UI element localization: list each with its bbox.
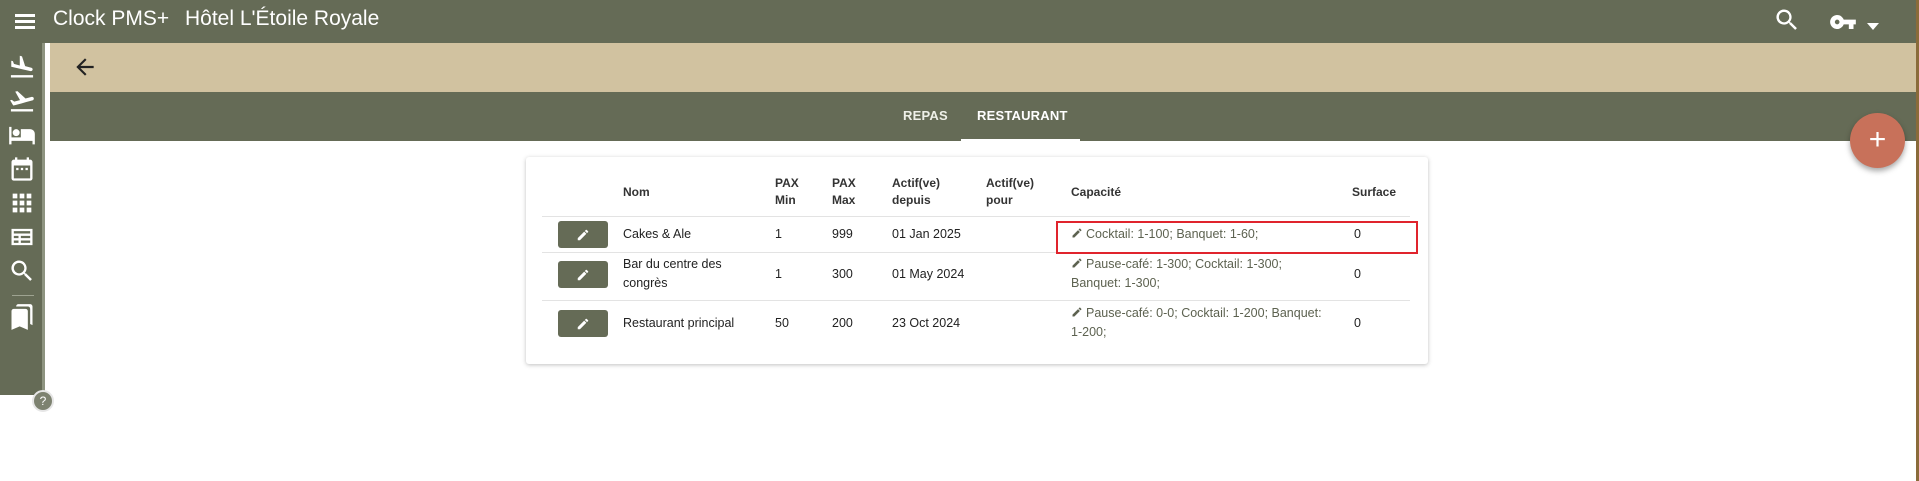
active-tab-indicator <box>961 139 1080 141</box>
hamburger-menu-icon[interactable] <box>12 8 38 34</box>
cell-pax-min: 50 <box>775 316 789 330</box>
column-header-actif-depuis-line1: Actif(ve) <box>892 176 941 190</box>
edit-row-button[interactable] <box>558 261 608 288</box>
cell-capacite-edit-link[interactable]: Pause-café: 0-0; Cocktail: 1-200; Banque… <box>1071 304 1341 342</box>
pencil-icon <box>577 269 589 281</box>
cell-nom-line2: congrès <box>623 276 668 290</box>
edit-row-button[interactable] <box>558 221 608 248</box>
column-header-actif-pour[interactable]: Actif(ve) pour <box>986 175 1034 209</box>
bookmarks-icon[interactable] <box>8 303 36 331</box>
column-header-pax-max[interactable]: PAX Max <box>832 175 856 209</box>
grid-icon[interactable] <box>8 189 36 217</box>
restaurant-table-card: Nom PAX Min PAX Max Actif(ve) depuis Act… <box>526 157 1428 364</box>
column-header-pax-min[interactable]: PAX Min <box>775 175 799 209</box>
capacite-text-line2: Banquet: 1-300; <box>1071 276 1160 290</box>
column-header-pax-min-line1: PAX <box>775 176 799 190</box>
cell-pax-max: 999 <box>832 227 853 241</box>
rooms-bed-icon[interactable] <box>8 121 36 149</box>
column-header-pax-min-line2: Min <box>775 193 796 207</box>
cell-actif-depuis: 01 May 2024 <box>892 267 965 281</box>
column-header-pax-max-line1: PAX <box>832 176 856 190</box>
cell-nom: Cakes & Ale <box>623 227 692 241</box>
column-header-pax-max-line2: Max <box>832 193 856 207</box>
cell-actif-depuis: 23 Oct 2024 <box>892 316 961 330</box>
pencil-icon <box>1071 256 1083 268</box>
sub-toolbar <box>50 43 1919 92</box>
chevron-down-icon <box>1867 18 1879 36</box>
hotel-name: Hôtel L'Étoile Royale <box>185 7 380 30</box>
cell-pax-min: 1 <box>775 227 782 241</box>
cell-capacite-edit-link[interactable]: Pause-café: 1-300; Cocktail: 1-300; Banq… <box>1071 255 1341 293</box>
add-button[interactable]: + <box>1850 113 1905 168</box>
cell-nom: Bar du centre des congrès <box>623 255 722 293</box>
capacite-text-line1: Pause-café: 1-300; Cocktail: 1-300; <box>1086 257 1282 271</box>
key-icon <box>1829 8 1857 41</box>
column-header-actif-pour-line1: Actif(ve) <box>986 176 1035 190</box>
cell-pax-max: 200 <box>832 316 853 330</box>
cell-surface: 0 <box>1354 316 1361 330</box>
calendar-icon[interactable] <box>8 155 36 183</box>
edit-row-button[interactable] <box>558 310 608 337</box>
column-header-nom[interactable]: Nom <box>623 184 650 201</box>
side-navigation <box>0 43 45 395</box>
table-view-icon[interactable] <box>8 223 36 251</box>
nav-divider <box>12 295 34 296</box>
row-divider <box>542 216 1410 217</box>
arrivals-icon[interactable] <box>8 53 36 81</box>
cell-actif-depuis: 01 Jan 2025 <box>892 227 961 241</box>
pencil-icon <box>577 229 589 241</box>
cell-pax-min: 1 <box>775 267 782 281</box>
pencil-icon <box>577 318 589 330</box>
plus-icon: + <box>1868 123 1887 156</box>
row-divider <box>542 300 1410 301</box>
tab-repas[interactable]: REPAS <box>903 108 948 123</box>
column-header-surface[interactable]: Surface <box>1352 184 1396 201</box>
cell-surface: 0 <box>1354 267 1361 281</box>
cell-nom-line1: Bar du centre des <box>623 257 722 271</box>
user-key-menu-button[interactable] <box>1829 8 1889 36</box>
cell-pax-max: 300 <box>832 267 853 281</box>
search-icon[interactable] <box>1773 6 1801 34</box>
capacite-text-line2: 1-200; <box>1071 325 1107 339</box>
capacite-text-line1: Pause-café: 0-0; Cocktail: 1-200; Banque… <box>1086 306 1322 320</box>
back-arrow-icon[interactable] <box>72 54 98 80</box>
app-title: Clock PMS+ <box>53 7 170 30</box>
departures-icon[interactable] <box>8 87 36 115</box>
highlight-box <box>1056 221 1418 254</box>
top-app-bar: Clock PMS+ Hôtel L'Étoile Royale <box>0 0 1919 43</box>
column-header-actif-depuis[interactable]: Actif(ve) depuis <box>892 175 940 209</box>
help-button[interactable]: ? <box>32 390 54 412</box>
search-icon[interactable] <box>8 257 36 285</box>
pencil-icon <box>1071 305 1083 317</box>
tab-restaurant[interactable]: RESTAURANT <box>977 108 1068 123</box>
column-header-actif-pour-line2: pour <box>986 193 1013 207</box>
cell-nom: Restaurant principal <box>623 316 735 330</box>
column-header-actif-depuis-line2: depuis <box>892 193 931 207</box>
column-header-capacite[interactable]: Capacité <box>1071 184 1121 201</box>
